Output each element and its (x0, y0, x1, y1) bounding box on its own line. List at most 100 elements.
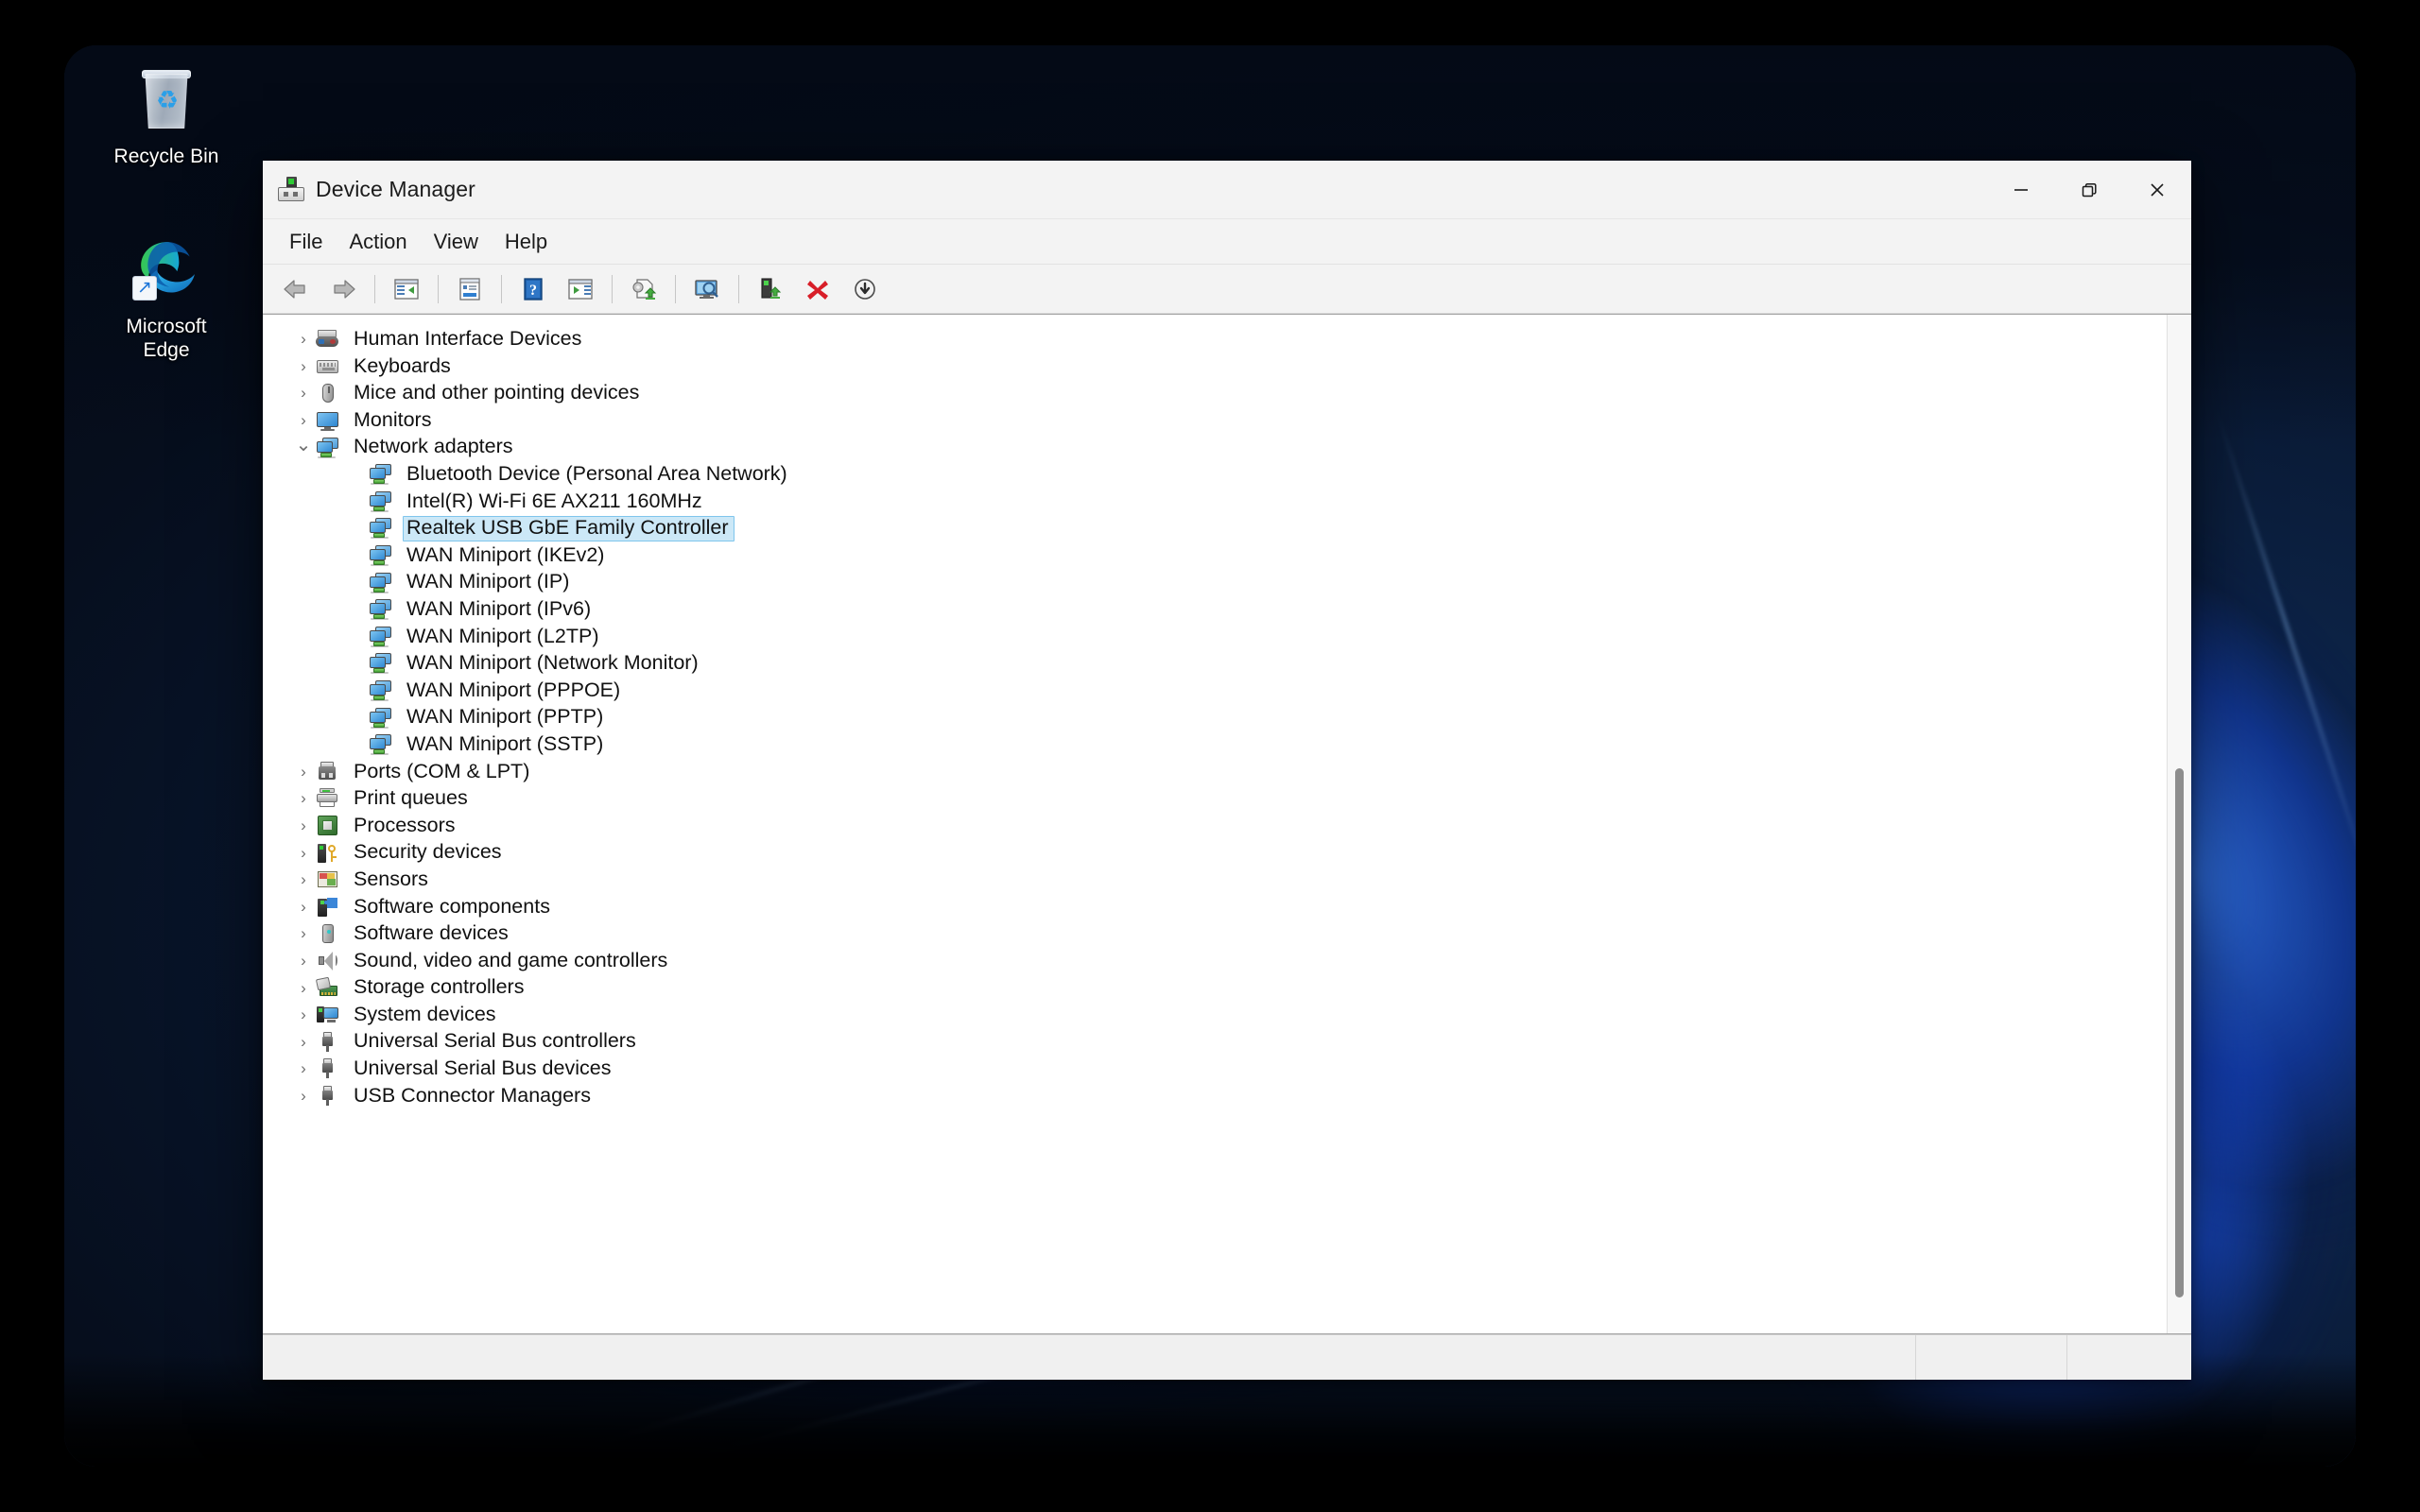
menu-help[interactable]: Help (492, 223, 561, 261)
chevron-right-icon[interactable]: › (291, 1033, 316, 1052)
chevron-right-icon[interactable]: › (291, 1087, 316, 1106)
menu-action[interactable]: Action (336, 223, 420, 261)
network-adapter-icon (369, 707, 393, 730)
back-button[interactable] (274, 269, 318, 309)
tree-item[interactable]: › Software components (263, 893, 2167, 920)
desktop-icon-recycle-bin[interactable]: ♻ Recycle Bin (91, 64, 242, 169)
tree-item-label: Network adapters (354, 435, 513, 458)
tree-item[interactable]: › Processors (263, 813, 2167, 840)
tree-item[interactable]: › Mice and other pointing devices (263, 380, 2167, 407)
tree-item-label: WAN Miniport (IP) (406, 570, 570, 593)
tree-item[interactable]: › Human Interface Devices (263, 326, 2167, 353)
tree-item-label: WAN Miniport (PPPOE) (406, 678, 621, 701)
tree-item[interactable]: WAN Miniport (IPv6) (263, 596, 2167, 624)
tree-item[interactable]: › Print queues (263, 785, 2167, 813)
network-adapter-icon (316, 437, 340, 459)
show-hide-console-tree-button[interactable] (385, 269, 428, 309)
enable-device-button[interactable] (749, 269, 792, 309)
forward-button[interactable] (321, 269, 365, 309)
desktop-icon-label-line1: Microsoft (126, 316, 207, 337)
menu-view[interactable]: View (421, 223, 492, 261)
chevron-right-icon[interactable]: › (291, 952, 316, 971)
tree-item[interactable]: WAN Miniport (PPPOE) (263, 678, 2167, 705)
toolbar-separator (612, 274, 613, 303)
scrollbar-thumb[interactable] (2175, 768, 2184, 1297)
tree-item[interactable]: Intel(R) Wi-Fi 6E AX211 160MHz (263, 489, 2167, 516)
device-tree[interactable]: › Human Interface Devices › Keyboards › Mice … (263, 315, 2167, 1333)
tree-item[interactable]: › Software devices (263, 920, 2167, 948)
tree-item[interactable]: › Security devices (263, 839, 2167, 867)
update-driver-icon (632, 278, 657, 300)
chevron-right-icon[interactable]: › (291, 789, 316, 808)
chevron-right-icon[interactable]: › (291, 979, 316, 998)
chevron-right-icon[interactable]: › (291, 763, 316, 782)
toolbar-separator (374, 274, 375, 303)
tree-item[interactable]: WAN Miniport (IP) (263, 569, 2167, 596)
shortcut-arrow-icon: ↗ (132, 276, 157, 301)
tree-item-label: Sound, video and game controllers (354, 948, 668, 971)
uninstall-device-button[interactable] (796, 269, 839, 309)
tree-item[interactable]: Bluetooth Device (Personal Area Network) (263, 461, 2167, 489)
tree-item[interactable]: › Storage controllers (263, 974, 2167, 1002)
tree-item[interactable]: WAN Miniport (IKEv2) (263, 542, 2167, 570)
desktop-icon-label: Recycle Bin (113, 146, 219, 167)
tree-item-label: Universal Serial Bus controllers (354, 1029, 636, 1053)
tree-item[interactable]: WAN Miniport (Network Monitor) (263, 650, 2167, 678)
tree-item[interactable]: WAN Miniport (L2TP) (263, 624, 2167, 651)
update-driver-button[interactable] (622, 269, 666, 309)
tree-item[interactable]: › Monitors (263, 407, 2167, 435)
tree-item-label: Bluetooth Device (Personal Area Network) (406, 462, 787, 486)
chevron-right-icon[interactable]: › (291, 330, 316, 349)
tree-item[interactable]: Realtek USB GbE Family Controller (263, 515, 2167, 542)
tree-item[interactable]: › Sensors (263, 867, 2167, 894)
chevron-right-icon[interactable]: › (291, 411, 316, 430)
status-bar-cell-1 (1915, 1335, 2066, 1380)
tree-item-label: Security devices (354, 840, 502, 864)
tree-item-label: Storage controllers (354, 975, 525, 999)
chevron-right-icon[interactable]: › (291, 384, 316, 403)
scan-for-hardware-changes-button[interactable] (685, 269, 729, 309)
help-button[interactable]: ? (511, 269, 555, 309)
show-hide-action-pane-button[interactable] (559, 269, 602, 309)
tree-item-label: Sensors (354, 867, 428, 890)
desktop-icon-microsoft-edge[interactable]: ↗ Microsoft Edge (91, 234, 242, 363)
window-titlebar[interactable]: Device Manager (263, 161, 2191, 219)
tree-item[interactable]: WAN Miniport (SSTP) (263, 731, 2167, 759)
tree-item[interactable]: › Keyboards (263, 353, 2167, 381)
menu-file[interactable]: File (276, 223, 336, 261)
tree-item[interactable]: › Ports (COM & LPT) (263, 759, 2167, 786)
chevron-right-icon[interactable]: › (291, 1005, 316, 1024)
tree-item[interactable]: › Universal Serial Bus devices (263, 1056, 2167, 1083)
chevron-right-icon[interactable]: › (291, 924, 316, 943)
chevron-right-icon[interactable]: › (291, 357, 316, 376)
tree-item-label: Software devices (354, 921, 509, 945)
disable-device-icon (855, 278, 875, 300)
maximize-restore-button[interactable] (2055, 161, 2123, 219)
tree-item-label: Processors (354, 813, 456, 836)
tree-item[interactable]: › System devices (263, 1002, 2167, 1029)
minimize-button[interactable] (1987, 161, 2055, 219)
properties-button[interactable] (448, 269, 492, 309)
chevron-right-icon[interactable]: › (291, 1059, 316, 1078)
usb-icon (316, 1031, 340, 1054)
chevron-right-icon[interactable]: › (291, 870, 316, 889)
disable-device-button[interactable] (843, 269, 887, 309)
tree-item[interactable]: › Sound, video and game controllers (263, 948, 2167, 975)
tree-item[interactable]: WAN Miniport (PPTP) (263, 704, 2167, 731)
tree-item[interactable]: › Universal Serial Bus controllers (263, 1028, 2167, 1056)
tree-item-label: WAN Miniport (L2TP) (406, 624, 599, 647)
tree-item-label: Human Interface Devices (354, 327, 582, 351)
software-components-icon (316, 896, 340, 919)
network-adapter-icon (369, 652, 393, 675)
chevron-down-icon[interactable]: ⌄ (291, 433, 316, 456)
chevron-right-icon[interactable]: › (291, 816, 316, 835)
chevron-right-icon[interactable]: › (291, 898, 316, 917)
tree-item[interactable]: ⌄ Network adapters (263, 434, 2167, 461)
tree-vertical-scrollbar[interactable] (2167, 315, 2191, 1333)
tree-item-label: Print queues (354, 786, 468, 810)
chevron-right-icon[interactable]: › (291, 844, 316, 863)
network-adapter-icon (369, 463, 393, 486)
tree-item[interactable]: › USB Connector Managers (263, 1083, 2167, 1110)
close-button[interactable] (2123, 161, 2191, 219)
desktop-screen: ♻ Recycle Bin ↗ Microsoft Edge Device Ma… (64, 45, 2356, 1467)
